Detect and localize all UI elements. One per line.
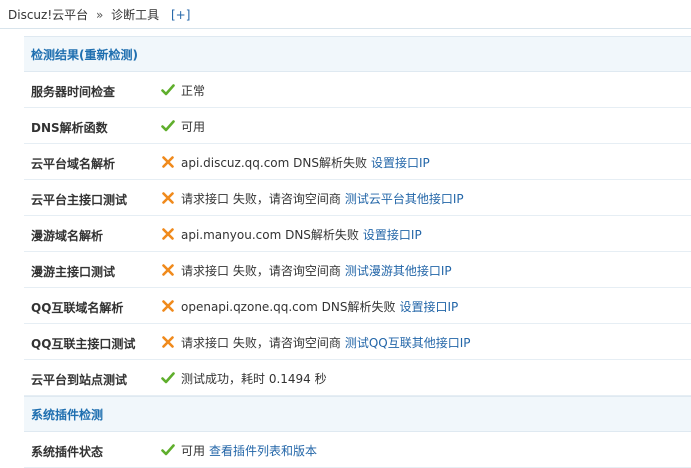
section-header: 检测结果(重新检测) — [24, 36, 691, 72]
check-result: openapi.qzone.qq.com DNS解析失败 设置接口IP — [161, 298, 458, 315]
cross-icon — [161, 192, 175, 204]
result-link[interactable]: 测试云平台其他接口IP — [345, 192, 464, 206]
check-row: 云平台到站点测试 测试成功，耗时 0.1494 秒 — [24, 360, 691, 396]
breadcrumb: Discuz!云平台 » 诊断工具 [+] — [8, 6, 190, 23]
check-result: 测试成功，耗时 0.1494 秒 — [161, 370, 327, 387]
check-row: 云平台域名解析 api.discuz.qq.com DNS解析失败 设置接口IP — [24, 144, 691, 180]
check-row: 漫游域名解析 api.manyou.com DNS解析失败 设置接口IP — [24, 216, 691, 252]
check-result: 可用 — [161, 118, 205, 135]
result-text: 可用 — [181, 120, 206, 134]
check-label: DNS解析函数 — [31, 121, 108, 135]
check-row: 系统插件状态 可用 查看插件列表和版本 — [24, 432, 691, 468]
check-icon — [161, 120, 175, 132]
check-row: DNS解析函数 可用 — [24, 108, 691, 144]
check-label: 云平台域名解析 — [31, 157, 116, 171]
check-icon — [161, 372, 175, 384]
check-label: QQ互联主接口测试 — [31, 337, 136, 351]
result-text: 请求接口 失败，请咨询空间商 — [181, 336, 341, 350]
result-link[interactable]: 设置接口IP — [363, 228, 422, 242]
top-bar: Discuz!云平台 » 诊断工具 [+] — [0, 0, 691, 29]
cross-icon — [161, 264, 175, 276]
result-link[interactable]: 设置接口IP — [371, 156, 430, 170]
check-result: 请求接口 失败，请咨询空间商 测试漫游其他接口IP — [161, 262, 452, 279]
check-label: 云平台到站点测试 — [31, 373, 128, 387]
check-result: api.discuz.qq.com DNS解析失败 设置接口IP — [161, 154, 430, 171]
check-label: 系统插件状态 — [31, 445, 104, 459]
check-result: 请求接口 失败，请咨询空间商 测试QQ互联其他接口IP — [161, 334, 471, 351]
result-text: 可用 — [181, 444, 206, 458]
section-title: 系统插件检测 — [31, 408, 104, 422]
result-link[interactable]: 设置接口IP — [399, 300, 458, 314]
check-result: 正常 — [161, 82, 205, 99]
check-label: 漫游主接口测试 — [31, 265, 116, 279]
check-row: 云平台主接口测试 请求接口 失败，请咨询空间商 测试云平台其他接口IP — [24, 180, 691, 216]
result-text: api.discuz.qq.com DNS解析失败 — [181, 156, 367, 170]
breadcrumb-separator: » — [95, 8, 104, 22]
result-text: openapi.qzone.qq.com DNS解析失败 — [181, 300, 396, 314]
result-text: 请求接口 失败，请咨询空间商 — [181, 192, 341, 206]
breadcrumb-current: 诊断工具 — [111, 8, 160, 22]
expand-button[interactable]: [+] — [171, 8, 190, 22]
section-header: 系统插件检测 — [24, 396, 691, 432]
cross-icon — [161, 156, 175, 168]
check-row: QQ互联主接口测试 请求接口 失败，请咨询空间商 测试QQ互联其他接口IP — [24, 324, 691, 360]
check-row: 漫游主接口测试 请求接口 失败，请咨询空间商 测试漫游其他接口IP — [24, 252, 691, 288]
check-result: 可用 查看插件列表和版本 — [161, 442, 317, 459]
cross-icon — [161, 336, 175, 348]
result-link[interactable]: 测试漫游其他接口IP — [345, 264, 452, 278]
result-text: 测试成功，耗时 0.1494 秒 — [181, 372, 327, 386]
result-text: 请求接口 失败，请咨询空间商 — [181, 264, 341, 278]
check-result: 请求接口 失败，请咨询空间商 测试云平台其他接口IP — [161, 190, 464, 207]
check-row: 服务器时间检查 正常 — [24, 72, 691, 108]
check-label: 漫游域名解析 — [31, 229, 104, 243]
check-row: QQ互联域名解析 openapi.qzone.qq.com DNS解析失败 设置接口… — [24, 288, 691, 324]
section-title[interactable]: 检测结果(重新检测) — [31, 46, 138, 63]
check-label: 云平台主接口测试 — [31, 193, 128, 207]
cross-icon — [161, 300, 175, 312]
result-text: api.manyou.com DNS解析失败 — [181, 228, 359, 242]
result-link[interactable]: 查看插件列表和版本 — [209, 444, 317, 458]
result-link[interactable]: 测试QQ互联其他接口IP — [345, 336, 471, 350]
check-result: api.manyou.com DNS解析失败 设置接口IP — [161, 226, 422, 243]
check-icon — [161, 84, 175, 96]
breadcrumb-root[interactable]: Discuz!云平台 — [8, 8, 88, 22]
check-label: 服务器时间检查 — [31, 85, 116, 99]
diagnostics-panel: 检测结果(重新检测) 服务器时间检查 正常 DNS解析函数 可用 云平台域名解析 api.d… — [24, 36, 691, 468]
check-label: QQ互联域名解析 — [31, 301, 124, 315]
check-icon — [161, 444, 175, 456]
cross-icon — [161, 228, 175, 240]
result-text: 正常 — [181, 84, 206, 98]
